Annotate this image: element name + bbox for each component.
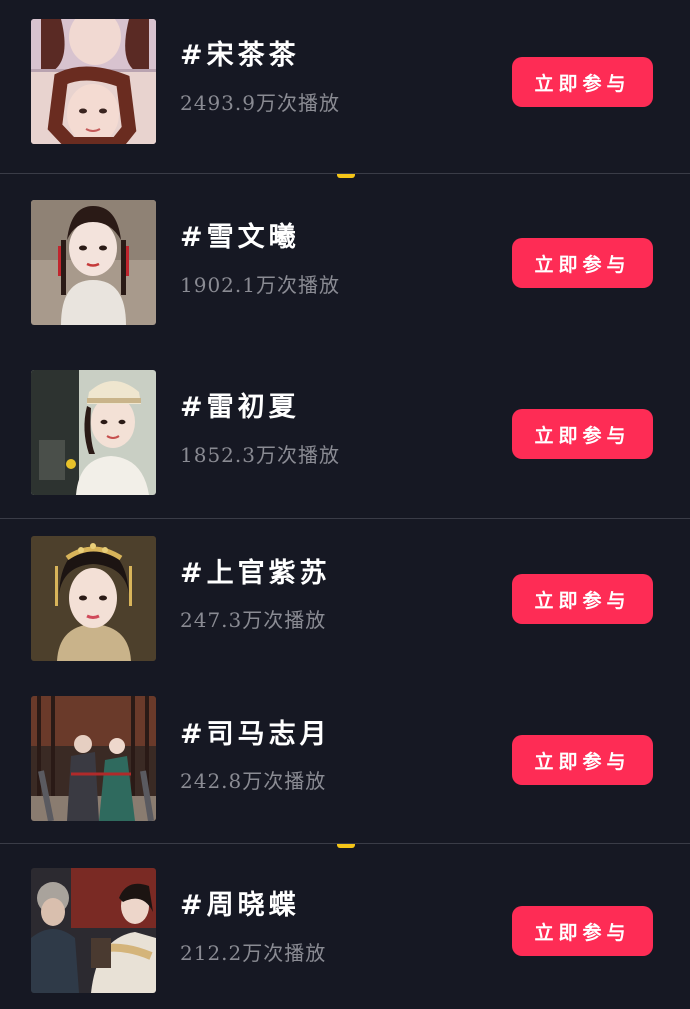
- topic-list: #宋茶茶 2493.9万次播放 立即参与 #雪文曦 1902.1万次播放 立即参…: [0, 0, 690, 1009]
- list-item[interactable]: #雪文曦 1902.1万次播放 立即参与: [0, 174, 690, 346]
- play-count: 1902.1万次播放: [180, 273, 340, 297]
- join-button[interactable]: 立即参与: [512, 574, 653, 624]
- topic-title[interactable]: #宋茶茶: [180, 33, 300, 72]
- join-button[interactable]: 立即参与: [512, 57, 653, 107]
- thumbnail-image[interactable]: [31, 536, 156, 661]
- play-count: 1852.3万次播放: [180, 443, 340, 467]
- join-button[interactable]: 立即参与: [512, 906, 653, 956]
- list-item[interactable]: #司马志月 242.8万次播放 立即参与: [0, 682, 690, 842]
- topic-title[interactable]: #雪文曦: [180, 215, 300, 254]
- thumbnail-image[interactable]: [31, 696, 156, 821]
- list-item[interactable]: #雷初夏 1852.3万次播放 立即参与: [0, 346, 690, 518]
- thumbnail-image[interactable]: [31, 19, 156, 144]
- topic-title[interactable]: #周晓蝶: [180, 883, 300, 922]
- join-button[interactable]: 立即参与: [512, 238, 653, 288]
- join-button[interactable]: 立即参与: [512, 409, 653, 459]
- list-item[interactable]: #上官紫苏 247.3万次播放 立即参与: [0, 519, 690, 682]
- topic-title[interactable]: #上官紫苏: [180, 551, 331, 590]
- play-count: 2493.9万次播放: [180, 91, 340, 115]
- play-count: 247.3万次播放: [180, 608, 327, 632]
- play-count: 212.2万次播放: [180, 941, 327, 965]
- topic-title[interactable]: #司马志月: [180, 712, 331, 751]
- thumbnail-image[interactable]: [31, 200, 156, 325]
- list-item[interactable]: #宋茶茶 2493.9万次播放 立即参与: [0, 0, 690, 172]
- play-count: 242.8万次播放: [180, 769, 327, 793]
- list-item[interactable]: #周晓蝶 212.2万次播放 立即参与: [0, 844, 690, 1009]
- topic-title[interactable]: #雷初夏: [180, 385, 300, 424]
- thumbnail-image[interactable]: [31, 370, 156, 495]
- join-button[interactable]: 立即参与: [512, 735, 653, 785]
- thumbnail-image[interactable]: [31, 868, 156, 993]
